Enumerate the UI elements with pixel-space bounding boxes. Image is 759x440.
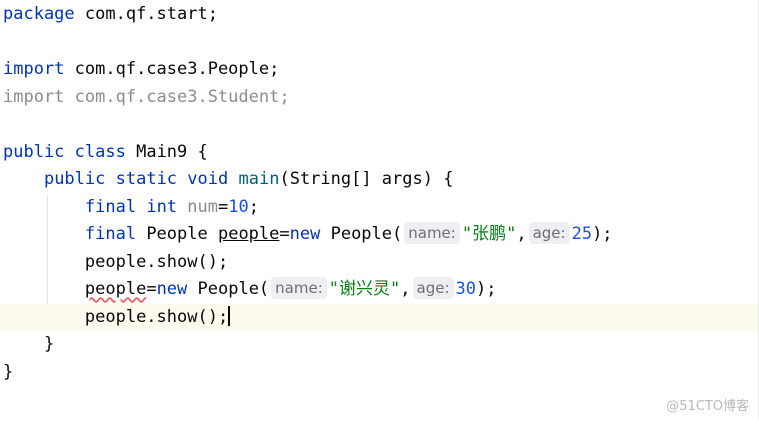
num-value: 10 bbox=[228, 197, 249, 217]
code-line-14[interactable]: } bbox=[0, 359, 759, 386]
final-keyword: final bbox=[84, 197, 137, 217]
close-brace-class: } bbox=[3, 362, 14, 382]
param-hint-age: age: bbox=[528, 222, 570, 244]
class-name: Main9 { bbox=[125, 142, 208, 162]
public-keyword: public bbox=[43, 169, 106, 189]
code-line-10[interactable]: people.show(); bbox=[0, 249, 759, 276]
code-line-3[interactable]: import com.qf.case3.People; bbox=[0, 56, 759, 83]
assign-operator: = bbox=[279, 224, 290, 244]
show-call: people.show(); bbox=[84, 252, 229, 272]
param-hint-name: name: bbox=[404, 222, 460, 244]
age-value: 30 bbox=[455, 279, 476, 299]
code-line-8[interactable]: final int num=10; bbox=[0, 194, 759, 221]
statement-end: ); bbox=[475, 279, 497, 299]
main-method-name: main bbox=[238, 169, 280, 189]
statement-end: ; bbox=[248, 197, 259, 217]
new-keyword: new bbox=[156, 279, 188, 299]
code-line-9[interactable]: final People people=new People(name: "张鹏"… bbox=[0, 221, 759, 248]
people-constructor: People( bbox=[320, 224, 403, 244]
public-keyword: public bbox=[3, 142, 65, 162]
name-string: "谢兴灵" bbox=[328, 279, 401, 299]
code-line-4[interactable]: import com.qf.case3.Student; bbox=[0, 84, 759, 111]
assign-operator: = bbox=[218, 197, 229, 217]
age-value: 25 bbox=[571, 224, 593, 244]
unused-import-student: import com.qf.case3.Student; bbox=[3, 87, 290, 107]
class-keyword: class bbox=[74, 142, 126, 162]
people-variable: people bbox=[217, 224, 280, 244]
code-line-6[interactable]: public class Main9 { bbox=[0, 139, 759, 166]
people-type: People bbox=[136, 224, 218, 244]
comma: , bbox=[400, 279, 411, 299]
assign-operator: = bbox=[146, 279, 157, 299]
import-people: com.qf.case3.People; bbox=[64, 59, 280, 79]
int-keyword: int bbox=[146, 197, 178, 217]
close-brace-method: } bbox=[43, 334, 55, 354]
people-reassign-variable: people bbox=[84, 279, 147, 299]
comma: , bbox=[516, 224, 527, 244]
code-line-13[interactable]: } bbox=[0, 331, 759, 358]
new-keyword: new bbox=[289, 224, 321, 244]
static-keyword: static bbox=[115, 169, 178, 189]
name-string: "张鹏" bbox=[461, 224, 517, 244]
text-caret bbox=[228, 306, 231, 326]
void-keyword: void bbox=[187, 169, 229, 189]
code-line-1[interactable]: package com.qf.start; bbox=[0, 1, 759, 28]
param-hint-age: age: bbox=[412, 277, 454, 299]
code-line-11[interactable]: people=new People(name: "谢兴灵", age: 30); bbox=[0, 276, 759, 303]
main-signature: (String[] args) { bbox=[279, 169, 454, 189]
param-hint-name: name: bbox=[271, 277, 327, 299]
code-line-7[interactable]: public static void main(String[] args) { bbox=[0, 166, 759, 193]
statement-end: ); bbox=[592, 224, 613, 244]
package-keyword: package bbox=[3, 4, 75, 24]
code-line-12-current[interactable]: people.show(); bbox=[0, 304, 759, 331]
final-keyword: final bbox=[84, 224, 137, 244]
show-call: people.show(); bbox=[84, 307, 229, 327]
num-variable: num bbox=[187, 197, 219, 217]
import-keyword: import bbox=[3, 59, 65, 79]
package-name: com.qf.start; bbox=[74, 4, 218, 24]
watermark: @51CTO博客 bbox=[666, 399, 749, 414]
code-editor[interactable]: package com.qf.start; import com.qf.case… bbox=[0, 0, 759, 420]
people-constructor: People( bbox=[187, 279, 270, 299]
